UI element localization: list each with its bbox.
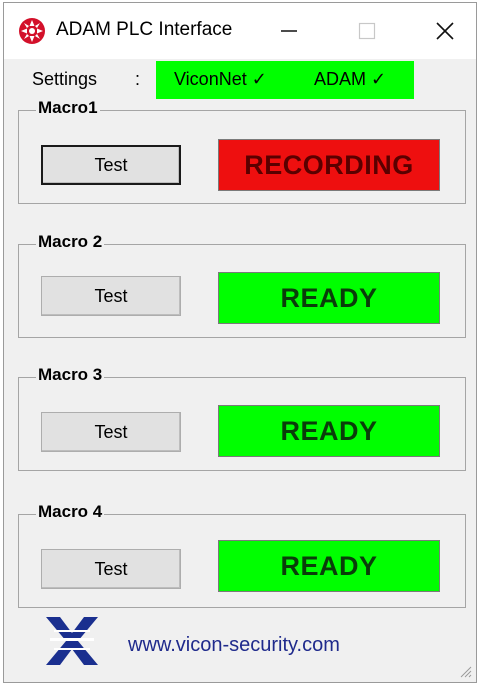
maximize-button[interactable] bbox=[344, 13, 390, 49]
macro-group-1: Macro1 Test RECORDING bbox=[18, 98, 466, 204]
connection-status-strip: ViconNet ✓ ADAM ✓ bbox=[156, 61, 414, 99]
macro-4-status: READY bbox=[218, 540, 440, 592]
menu-bar: Settings : ViconNet ✓ ADAM ✓ bbox=[4, 59, 476, 101]
app-window: ADAM PLC Interface Settings : ViconNet ✓… bbox=[3, 2, 477, 683]
macro-1-test-button[interactable]: Test bbox=[41, 145, 181, 185]
close-icon bbox=[436, 22, 454, 40]
title-bar[interactable]: ADAM PLC Interface bbox=[4, 3, 476, 59]
macro-3-test-button[interactable]: Test bbox=[41, 412, 181, 452]
macro-group-label: Macro1 bbox=[36, 98, 100, 118]
macro-group-label: Macro 2 bbox=[36, 232, 105, 252]
vicon-logo-icon bbox=[40, 613, 104, 673]
app-icon bbox=[18, 17, 46, 45]
macro-4-test-button[interactable]: Test bbox=[41, 549, 181, 589]
macro-group-2: Macro 2 Test READY bbox=[18, 232, 466, 338]
window-title: ADAM PLC Interface bbox=[56, 19, 233, 40]
resize-grip-icon[interactable] bbox=[458, 664, 472, 678]
macro-group-3: Macro 3 Test READY bbox=[18, 365, 466, 471]
macro-group-4: Macro 4 Test READY bbox=[18, 502, 466, 608]
macro-group-label: Macro 3 bbox=[36, 365, 105, 385]
viconnet-status: ViconNet ✓ bbox=[174, 69, 267, 89]
website-url[interactable]: www.vicon-security.com bbox=[128, 634, 340, 657]
macro-2-test-button[interactable]: Test bbox=[41, 276, 181, 316]
menu-settings[interactable]: Settings bbox=[32, 69, 97, 90]
macro-1-status: RECORDING bbox=[218, 139, 440, 191]
adam-status: ADAM ✓ bbox=[314, 69, 387, 89]
close-button[interactable] bbox=[422, 13, 468, 49]
minimize-button[interactable] bbox=[266, 13, 312, 49]
menu-separator: : bbox=[135, 69, 141, 89]
maximize-icon bbox=[358, 22, 376, 40]
minimize-icon bbox=[281, 30, 297, 32]
macro-group-label: Macro 4 bbox=[36, 502, 105, 522]
macro-2-status: READY bbox=[218, 272, 440, 324]
macro-3-status: READY bbox=[218, 405, 440, 457]
